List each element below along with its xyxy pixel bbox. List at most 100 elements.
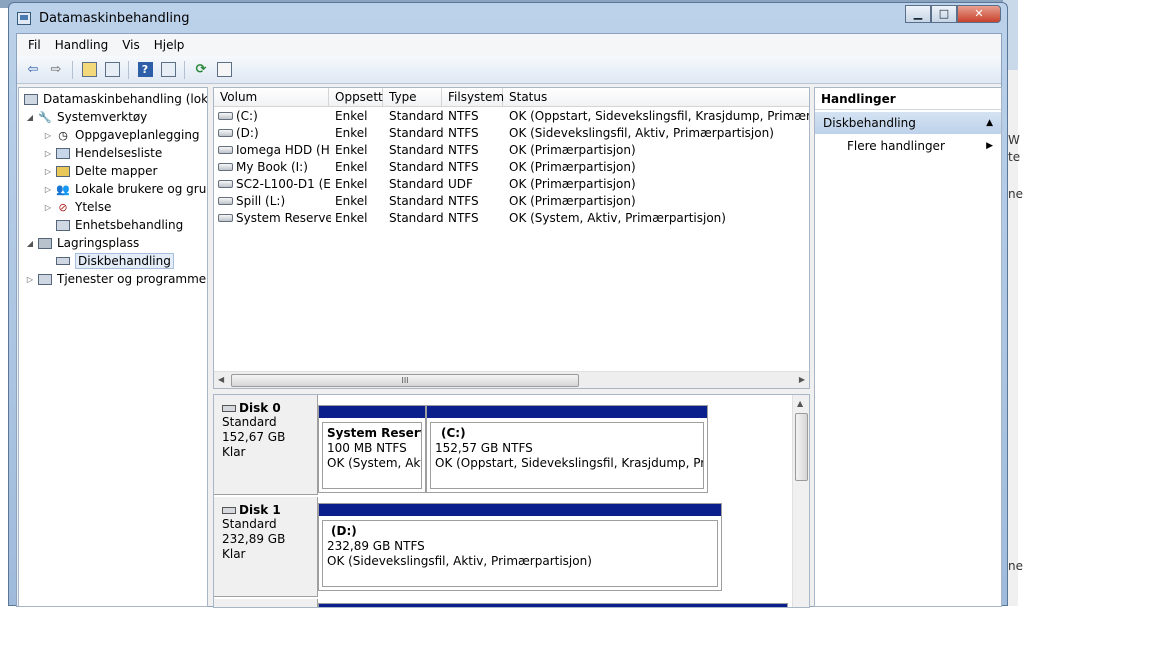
tree-item-event-viewer[interactable]: ▷ Hendelsesliste (43, 144, 162, 162)
menu-help[interactable]: Hjelp (147, 38, 192, 52)
disk-0-label[interactable]: Disk 0 Standard 152,67 GB Klar (214, 395, 318, 495)
table-row[interactable]: Iomega HDD (H:) Enkel Standard NTFS OK (Prim… (214, 142, 809, 159)
refresh-button[interactable]: ⟳ (191, 60, 211, 80)
partition-c[interactable]: (C:) 152,57 GB NTFS OK (Oppstart, Sideve… (426, 405, 708, 493)
disk-icon (222, 506, 236, 514)
actions-group-disk-management[interactable]: Diskbehandling ▲ (815, 112, 1001, 134)
disk-state: Klar (222, 547, 246, 561)
window-title: Datamaskinbehandling (39, 11, 190, 26)
forward-button[interactable]: ⇨ (46, 60, 66, 80)
tree-item-performance[interactable]: ▷ ⊘ Ytelse (43, 198, 111, 216)
menu-file[interactable]: Fil (21, 38, 48, 52)
column-header-layout[interactable]: Oppsett (329, 88, 383, 107)
table-cell: OK (Primærpartisjon) (509, 160, 636, 174)
partition-bar (319, 504, 721, 516)
partition-status: OK (Oppstart, Sidevekslingsfil, Krasjdum… (435, 456, 703, 470)
table-row[interactable]: SC2-L100-D1 (E:) Enkel Standard UDF OK (Prim… (214, 176, 809, 193)
collapse-arrow-icon[interactable]: ▷ (25, 275, 35, 284)
disk-name: Disk 0 (239, 401, 281, 415)
menu-action[interactable]: Handling (48, 38, 116, 52)
disk-1-label[interactable]: Disk 1 Standard 232,89 GB Klar (214, 497, 318, 597)
tree-item-system-tools[interactable]: ◢ 🔧 Systemverktøy (25, 108, 147, 126)
disk-2-label[interactable] (214, 599, 318, 607)
close-button[interactable]: ✕ (957, 5, 1001, 23)
expand-arrow-icon[interactable]: ◢ (25, 113, 35, 122)
partition-system-reserved[interactable]: System Reserved 100 MB NTFS OK (System, … (318, 405, 426, 493)
maximize-button[interactable]: □ (931, 5, 957, 23)
menu-view[interactable]: Vis (115, 38, 147, 52)
title-bar[interactable]: Datamaskinbehandling ▁ □ ✕ (9, 3, 1007, 33)
scroll-right-icon[interactable]: ▶ (799, 375, 805, 384)
tree-item-task-scheduler[interactable]: ▷ ◷ Oppgaveplanlegging (43, 126, 200, 144)
column-header-volume[interactable]: Volum (214, 88, 329, 107)
partition-bar (319, 406, 425, 418)
disk-size: 232,89 GB (222, 532, 286, 546)
scroll-up-icon[interactable]: ▲ (797, 399, 803, 408)
show-hide-action-pane-button[interactable] (158, 60, 178, 80)
table-row[interactable]: System Reserved Enkel Standard NTFS OK (Syst… (214, 210, 809, 227)
back-button[interactable]: ⇦ (23, 60, 43, 80)
column-header-status[interactable]: Status (503, 88, 809, 107)
partition-size: 100 MB NTFS (327, 441, 407, 455)
services-icon (37, 272, 53, 286)
storage-icon (37, 236, 53, 250)
actions-group-label: Diskbehandling (823, 116, 916, 130)
horizontal-scrollbar[interactable]: ◀ III ▶ (214, 371, 809, 388)
table-cell: (D:) (236, 126, 259, 140)
more-actions-item[interactable]: Flere handlinger ▶ (815, 136, 1001, 156)
table-cell: OK (Oppstart, Sidevekslingsfil, Krasjdum… (509, 109, 810, 123)
properties-icon (216, 62, 232, 77)
collapse-arrow-icon[interactable]: ▷ (43, 167, 53, 176)
volume-icon (218, 163, 233, 171)
help-button[interactable]: ? (135, 60, 155, 80)
properties-button[interactable] (214, 60, 234, 80)
collapse-arrow-icon[interactable]: ▷ (43, 203, 53, 212)
partition-title: (D:) (331, 524, 357, 538)
partition-next[interactable] (318, 603, 788, 607)
table-cell: OK (Primærpartisjon) (509, 143, 636, 157)
tree-label: Oppgaveplanlegging (75, 128, 200, 142)
show-hide-tree-button[interactable] (102, 60, 122, 80)
volume-icon (218, 197, 233, 205)
console-tree: Datamaskinbehandling (lokal) ◢ 🔧 Systemv… (18, 87, 208, 607)
disk-icon (222, 404, 236, 412)
collapse-arrow-icon[interactable]: ▷ (43, 149, 53, 158)
volume-icon (218, 214, 233, 222)
table-row[interactable]: (C:) Enkel Standard NTFS OK (Oppstart, Sidev… (214, 108, 809, 125)
refresh-icon: ⟳ (195, 62, 207, 77)
volume-icon (218, 180, 233, 188)
minimize-button[interactable]: ▁ (905, 5, 931, 23)
expand-arrow-icon[interactable]: ◢ (25, 239, 35, 248)
collapse-arrow-icon[interactable]: ▷ (43, 185, 53, 194)
table-cell: System Reserved (236, 211, 331, 225)
table-cell: NTFS (448, 211, 479, 225)
scroll-thumb[interactable]: III (231, 374, 579, 387)
tree-item-disk-management[interactable]: Diskbehandling (53, 252, 174, 270)
column-header-type[interactable]: Type (383, 88, 442, 107)
column-header-filesystem[interactable]: Filsystem (442, 88, 504, 107)
partition-d[interactable]: (D:) 232,89 GB NTFS OK (Sidevekslingsfil… (318, 503, 722, 591)
up-one-level-button[interactable] (79, 60, 99, 80)
table-row[interactable]: Spill (L:) Enkel Standard NTFS OK (Primærpar… (214, 193, 809, 210)
scroll-thumb[interactable] (795, 413, 808, 481)
tree-item-shared-folders[interactable]: ▷ Delte mapper (43, 162, 158, 180)
tree-item-storage[interactable]: ◢ Lagringsplass (25, 234, 139, 252)
vertical-scrollbar[interactable]: ▲ (792, 395, 809, 607)
computer-icon (23, 92, 39, 106)
partition-bar (427, 406, 707, 418)
event-viewer-icon (55, 146, 71, 160)
tree-item-device-manager[interactable]: Enhetsbehandling (53, 216, 183, 234)
table-row[interactable]: My Book (I:) Enkel Standard NTFS OK (Primærp… (214, 159, 809, 176)
tree-item-local-users[interactable]: ▷ 👥 Lokale brukere og grupper (43, 180, 207, 198)
table-row[interactable]: (D:) Enkel Standard NTFS OK (Sidevekslingsfi… (214, 125, 809, 142)
actions-title: Handlinger (815, 88, 1001, 110)
tree-label: Systemverktøy (57, 110, 148, 124)
collapse-arrow-icon[interactable]: ▷ (43, 131, 53, 140)
disk-management-icon (55, 254, 71, 268)
tree-item-root[interactable]: Datamaskinbehandling (lokal) (21, 90, 207, 108)
tree-label-selected: Diskbehandling (75, 253, 174, 269)
tree-item-services[interactable]: ▷ Tjenester og programmer (25, 270, 207, 288)
disk-type: Standard (222, 415, 277, 429)
tree-label: Delte mapper (75, 164, 158, 178)
scroll-left-icon[interactable]: ◀ (218, 375, 224, 384)
